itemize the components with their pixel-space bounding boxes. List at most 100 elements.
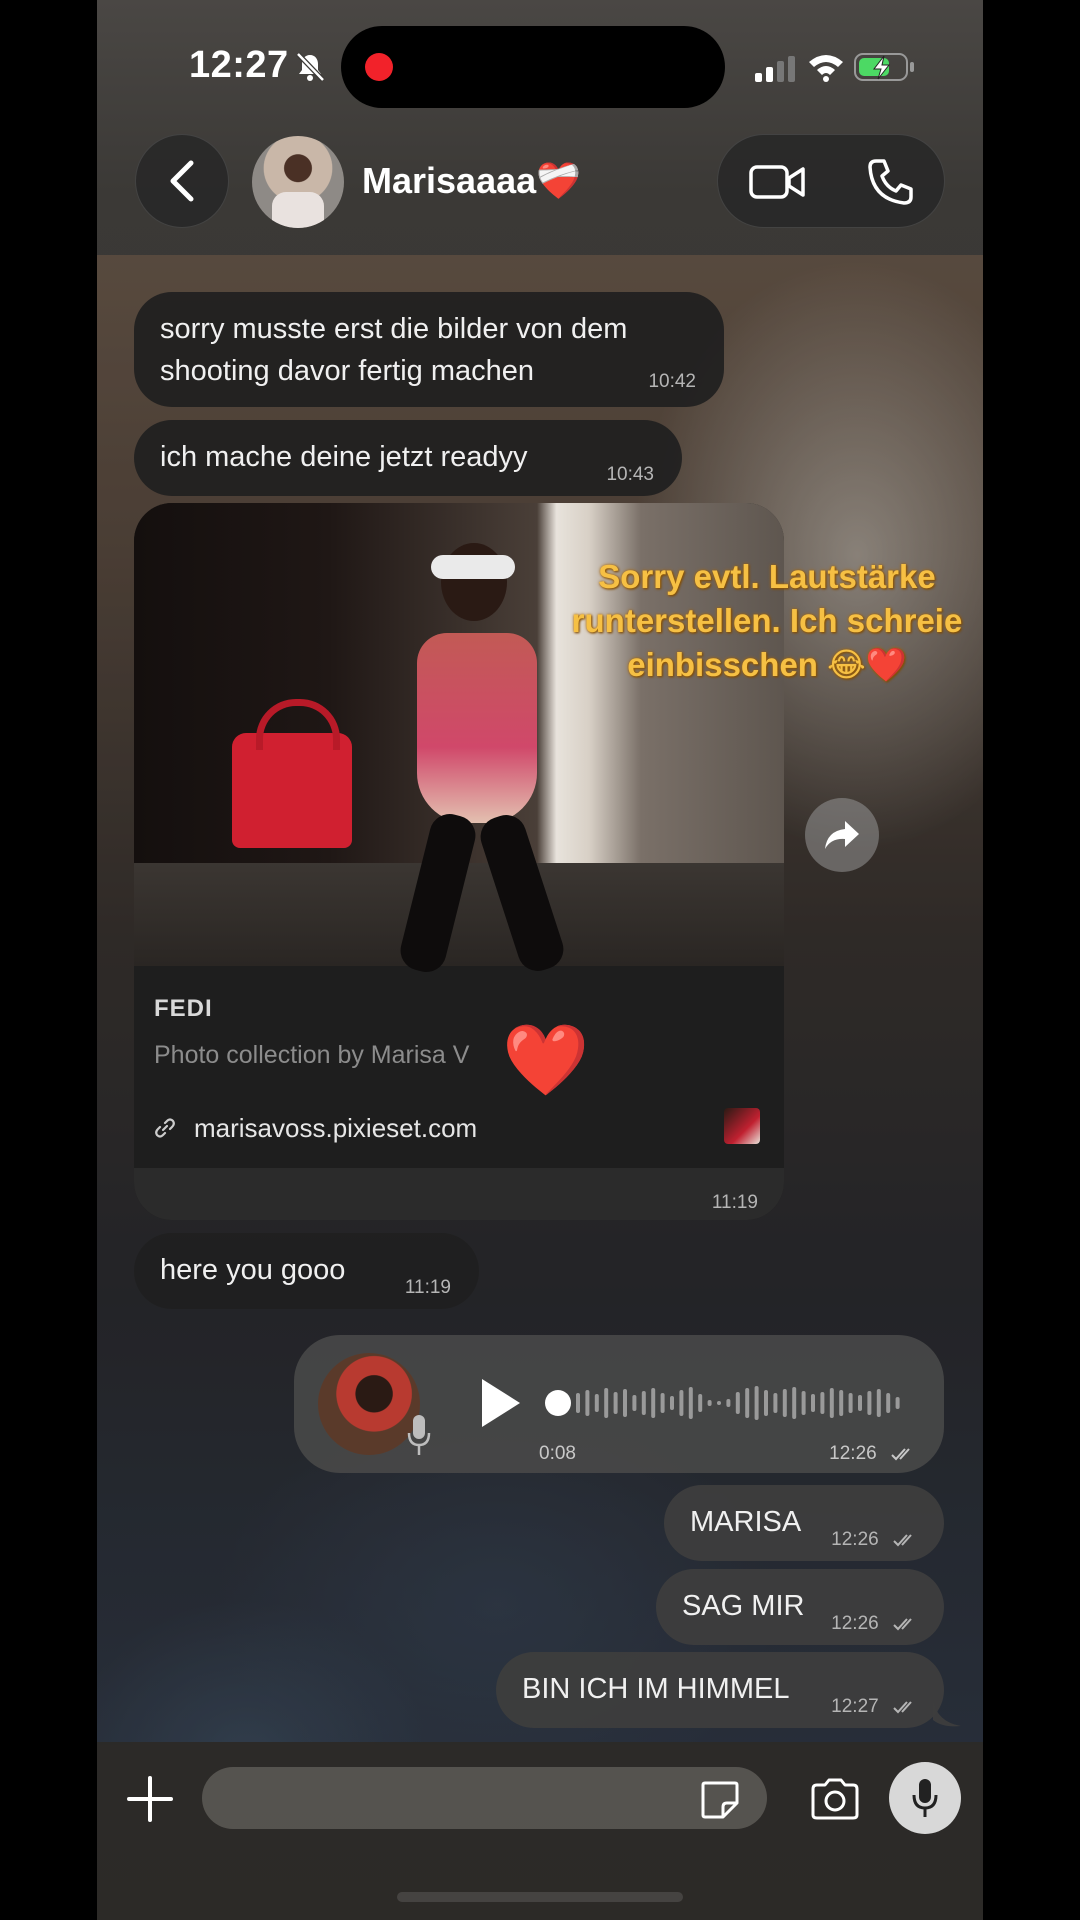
- phone-screen: 12:27: [97, 0, 983, 1920]
- waveform-bar: [782, 1389, 787, 1417]
- voice-message-bubble[interactable]: 0:08 12:26: [294, 1335, 944, 1473]
- message-bubble-outgoing[interactable]: MARISA 12:26: [664, 1485, 944, 1561]
- waveform-bar: [707, 1400, 712, 1406]
- message-text: SAG MIR: [682, 1590, 805, 1622]
- read-ticks-icon: [893, 1534, 912, 1547]
- link-thumbnail: [724, 1108, 760, 1144]
- camera-icon[interactable]: [809, 1777, 861, 1821]
- waveform-bar: [764, 1390, 768, 1416]
- waveform-bar: [858, 1395, 862, 1411]
- waveform-bar: [698, 1394, 703, 1412]
- read-ticks-icon: [891, 1448, 910, 1461]
- message-time: 11:19: [404, 1277, 451, 1298]
- waveform-bar: [754, 1386, 759, 1420]
- voice-time-text: 12:26: [829, 1443, 877, 1464]
- waveform-bar: [651, 1388, 656, 1418]
- back-button[interactable]: [135, 134, 229, 228]
- link-title: FEDI: [154, 995, 213, 1022]
- video-call-icon[interactable]: [748, 157, 808, 207]
- message-bubble-incoming[interactable]: ich mache deine jetzt readyy 10:43: [134, 420, 682, 496]
- waveform-bar: [773, 1393, 778, 1413]
- dynamic-island: [341, 26, 725, 108]
- waveform-bar: [585, 1390, 590, 1416]
- sticker-icon[interactable]: [699, 1779, 741, 1821]
- read-ticks-icon: [893, 1701, 912, 1714]
- waveform-bar: [641, 1391, 646, 1415]
- message-input[interactable]: [202, 1767, 767, 1829]
- waveform-bar: [839, 1390, 844, 1416]
- phone-call-icon[interactable]: [866, 157, 914, 207]
- waveform-bar: [895, 1397, 900, 1409]
- message-bubble-outgoing[interactable]: SAG MIR 12:26: [656, 1569, 944, 1645]
- message-time: 10:42: [648, 371, 696, 392]
- recording-indicator: [365, 53, 393, 81]
- message-text: here you gooo: [160, 1254, 346, 1286]
- chat-header: Marisaaaa❤️‍🩹: [97, 130, 983, 254]
- status-time: 12:27: [189, 44, 289, 86]
- share-arrow-icon: [825, 821, 859, 849]
- plus-icon[interactable]: [125, 1774, 175, 1824]
- photo-headband: [431, 555, 515, 579]
- link-url[interactable]: marisavoss.pixieset.com: [194, 1113, 477, 1144]
- waveform-bar: [594, 1394, 599, 1412]
- bell-off-icon: [296, 52, 325, 82]
- voice-waveform[interactable]: [544, 1379, 904, 1427]
- chevron-left-icon: [170, 160, 194, 202]
- waveform-bar: [688, 1387, 693, 1419]
- waveform-bar: [660, 1393, 665, 1413]
- microphone-icon: [912, 1779, 938, 1817]
- contact-avatar[interactable]: [252, 136, 344, 228]
- message-input-bar: [97, 1742, 983, 1920]
- photo-red-bag: [232, 699, 352, 848]
- message-bubble-incoming[interactable]: sorry musste erst die bilder von dem sho…: [134, 292, 724, 407]
- message-time: 12:26: [829, 1443, 916, 1465]
- time-text: 12:27: [831, 1696, 879, 1717]
- heart-sticker: ❤️: [502, 1021, 590, 1099]
- waveform-bar: [811, 1394, 815, 1412]
- message-text: ich mache deine jetzt readyy: [160, 441, 528, 473]
- link-footer: 11:19: [134, 1168, 784, 1220]
- photo-model: [399, 543, 559, 963]
- waveform-bar: [613, 1392, 618, 1414]
- waveform-bar: [829, 1388, 834, 1418]
- message-time: 10:43: [606, 464, 654, 485]
- waveform-bar: [604, 1388, 609, 1418]
- time-text: 12:26: [831, 1529, 879, 1550]
- play-icon[interactable]: [474, 1375, 524, 1431]
- message-bubble-incoming[interactable]: here you gooo 11:19: [134, 1233, 479, 1309]
- home-indicator: [397, 1892, 683, 1902]
- video-overlay-caption: Sorry evtl. Lautstärke runterstellen. Ic…: [571, 558, 963, 683]
- message-text: BIN ICH IM HIMMEL: [522, 1673, 790, 1705]
- photo-dress: [417, 633, 537, 823]
- waveform-bar: [745, 1388, 750, 1418]
- read-ticks-icon: [893, 1618, 912, 1631]
- voice-duration: 0:08: [539, 1443, 576, 1464]
- voice-record-button[interactable]: [889, 1762, 961, 1834]
- message-text: MARISA: [690, 1506, 802, 1538]
- contact-name[interactable]: Marisaaaa❤️‍🩹: [362, 160, 581, 202]
- waveform-bar: [820, 1392, 825, 1414]
- waveform-bar: [801, 1391, 806, 1415]
- time-text: 12:26: [831, 1613, 879, 1634]
- waveform-bar: [886, 1393, 891, 1413]
- microphone-icon: [407, 1415, 431, 1455]
- call-buttons: [717, 134, 945, 228]
- waveform-bar: [735, 1392, 740, 1414]
- link-description: Photo collection by Marisa V: [154, 1041, 470, 1069]
- share-button[interactable]: [805, 798, 879, 872]
- status-bar: 12:27: [97, 0, 983, 130]
- waveform-bar: [576, 1393, 580, 1413]
- voice-sender-avatar: [318, 1353, 420, 1455]
- link-url-row[interactable]: marisavoss.pixieset.com: [154, 1108, 477, 1148]
- message-bubble-outgoing[interactable]: BIN ICH IM HIMMEL 12:27: [496, 1652, 944, 1728]
- message-text: sorry musste erst die bilder von dem sho…: [160, 313, 628, 387]
- bubble-tail: [933, 1700, 961, 1727]
- cellular-signal-icon: [755, 56, 795, 82]
- waveform-bar: [876, 1389, 881, 1417]
- waveform-bar: [679, 1390, 684, 1416]
- message-time: 12:26: [831, 1529, 918, 1551]
- waveform-bar: [848, 1393, 853, 1413]
- message-time: 12:26: [831, 1613, 918, 1635]
- waveform-bar: [670, 1396, 674, 1410]
- battery-charging-icon: [854, 53, 914, 81]
